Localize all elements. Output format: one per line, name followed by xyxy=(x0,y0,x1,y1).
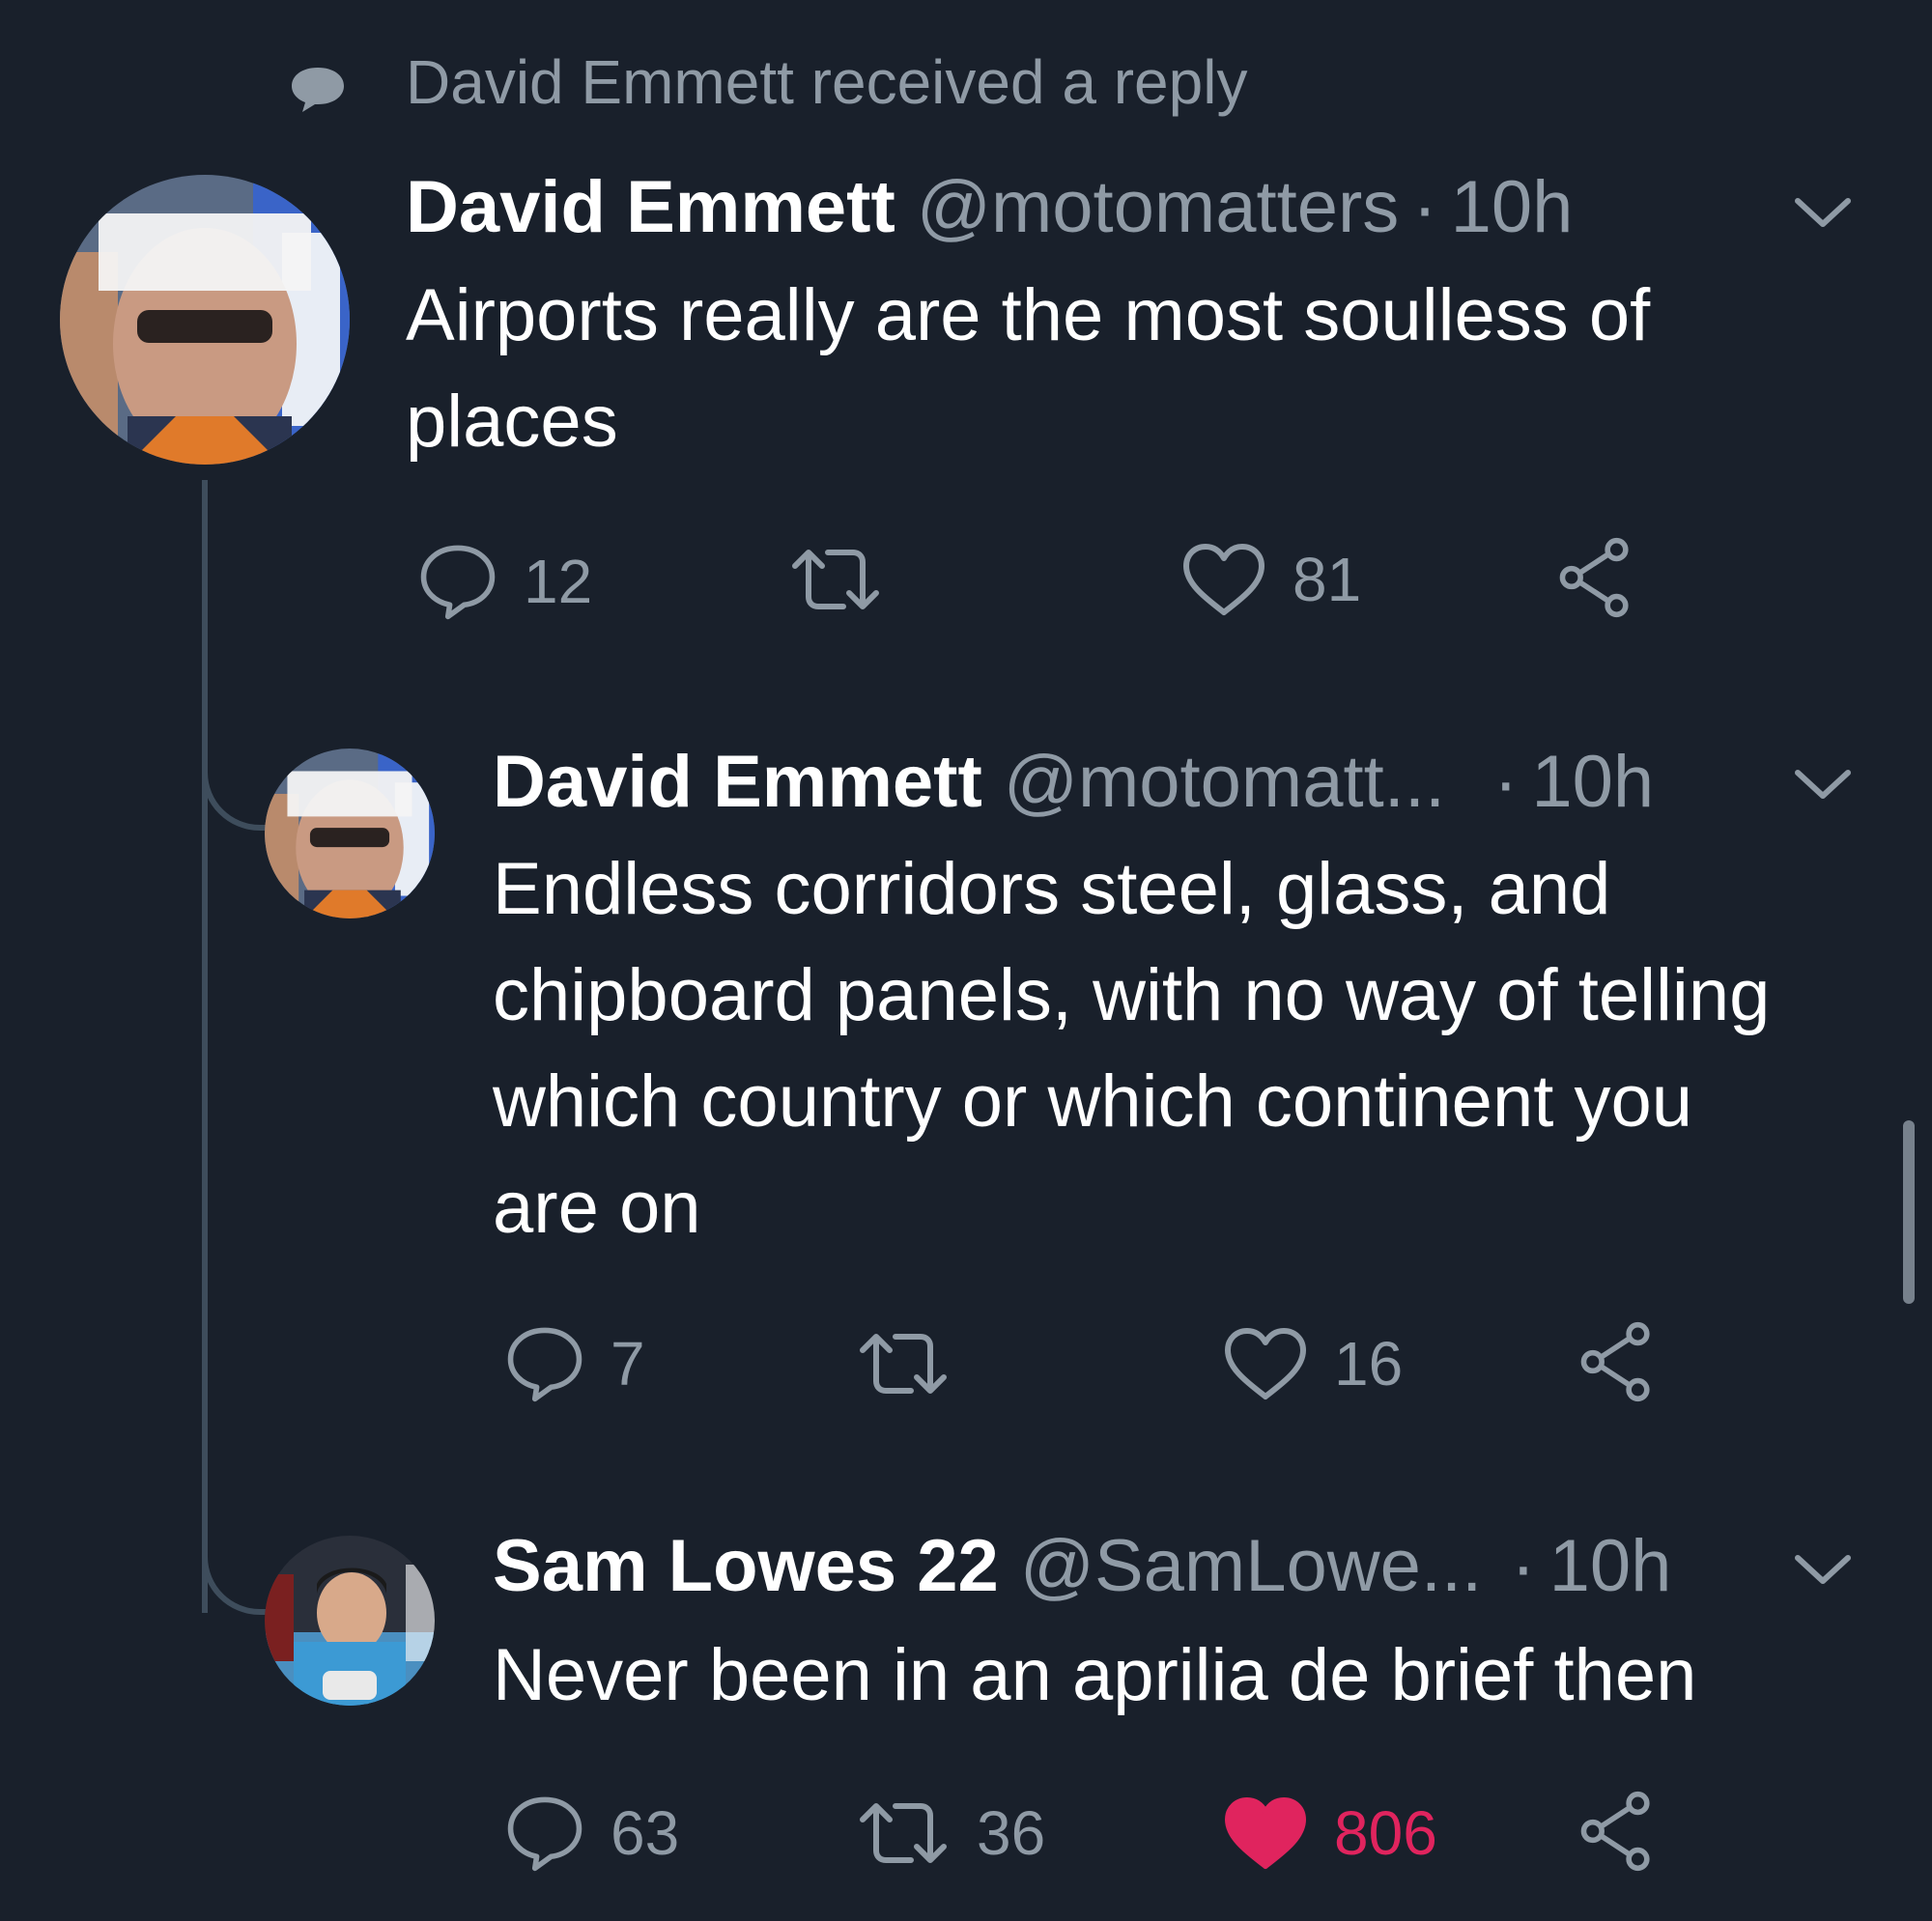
tweet-header: David Emmett @motomatt... · 10h xyxy=(493,739,1654,826)
author-handle[interactable]: @motomatters xyxy=(917,164,1400,251)
reply-button[interactable]: 63 xyxy=(504,1793,679,1874)
share-button[interactable] xyxy=(1577,1321,1658,1402)
reply-icon xyxy=(420,545,496,620)
tweet-header: David Emmett @motomatters · 10h xyxy=(406,164,1573,251)
like-button[interactable]: 806 xyxy=(1222,1794,1437,1872)
heart-icon xyxy=(1183,544,1264,615)
retweet-count: 36 xyxy=(977,1798,1046,1868)
share-button[interactable] xyxy=(1577,1791,1658,1872)
reply-icon xyxy=(507,1796,582,1872)
separator-dot: · xyxy=(1412,166,1437,248)
chevron-down-icon[interactable] xyxy=(1792,765,1854,804)
retweet-button[interactable] xyxy=(855,1325,977,1402)
reply-button[interactable]: 7 xyxy=(504,1323,645,1404)
scrollbar-thumb[interactable] xyxy=(1903,1120,1915,1304)
heart-filled-icon xyxy=(1225,1797,1306,1869)
like-count: 81 xyxy=(1293,545,1362,614)
like-button[interactable]: 16 xyxy=(1222,1325,1403,1402)
author-name[interactable]: David Emmett xyxy=(406,164,895,251)
avatar[interactable] xyxy=(60,175,350,465)
retweet-button[interactable]: 36 xyxy=(855,1794,1045,1872)
share-icon xyxy=(1580,1791,1650,1872)
reply-button[interactable]: 12 xyxy=(417,541,592,622)
retweet-button[interactable] xyxy=(787,541,909,618)
author-name[interactable]: David Emmett xyxy=(493,739,982,826)
tweet-text: Airports really are the most soulless of… xyxy=(406,274,1651,463)
reply-icon xyxy=(507,1327,582,1402)
speech-bubble-icon xyxy=(290,66,346,114)
tweet-text: Endless corridors steel, glass, and chip… xyxy=(493,848,1771,1249)
tweet-text: Never been in an aprilia de brief then xyxy=(493,1634,1697,1716)
like-button[interactable]: 81 xyxy=(1180,541,1361,618)
thread-connector xyxy=(202,676,270,831)
share-icon xyxy=(1580,1321,1650,1402)
share-button[interactable] xyxy=(1555,537,1636,618)
like-count: 806 xyxy=(1334,1798,1437,1868)
thread-connector xyxy=(202,1468,270,1615)
retweet-icon xyxy=(792,550,879,609)
reply-count: 7 xyxy=(611,1329,645,1398)
timestamp[interactable]: 10h xyxy=(1531,739,1654,826)
timestamp[interactable]: 10h xyxy=(1549,1523,1672,1610)
author-handle[interactable]: @motomatt... xyxy=(1004,739,1445,826)
thread-line xyxy=(202,480,208,1613)
like-count: 16 xyxy=(1334,1329,1404,1398)
retweet-icon xyxy=(860,1803,947,1863)
reply-count: 12 xyxy=(524,547,593,616)
reply-count: 63 xyxy=(611,1798,680,1868)
chevron-down-icon[interactable] xyxy=(1792,1550,1854,1589)
tweet-header: Sam Lowes 22 @SamLowe... · 10h xyxy=(493,1523,1671,1610)
reply-context-text: David Emmett received a reply xyxy=(406,47,1248,117)
retweet-icon xyxy=(860,1334,947,1394)
heart-icon xyxy=(1225,1328,1306,1399)
author-name[interactable]: Sam Lowes 22 xyxy=(493,1523,999,1610)
avatar[interactable] xyxy=(265,749,435,918)
chevron-down-icon[interactable] xyxy=(1792,193,1854,232)
timestamp[interactable]: 10h xyxy=(1451,164,1574,251)
separator-dot: · xyxy=(1493,741,1519,823)
author-handle[interactable]: @SamLowe... xyxy=(1020,1523,1482,1610)
separator-dot: · xyxy=(1511,1525,1536,1607)
share-icon xyxy=(1559,537,1629,618)
avatar[interactable] xyxy=(265,1536,435,1706)
